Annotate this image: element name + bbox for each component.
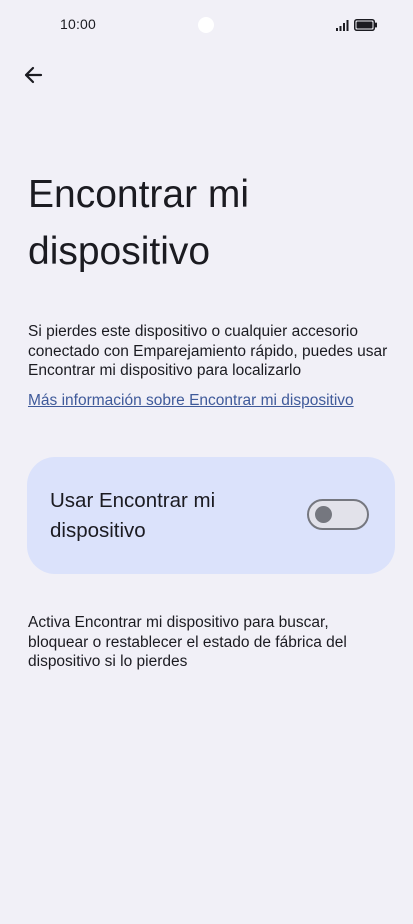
- signal-icon: [336, 18, 350, 36]
- footer-description: Activa Encontrar mi dispositivo para bus…: [28, 614, 347, 670]
- status-time: 10:00: [60, 16, 97, 32]
- more-info-link[interactable]: Más información sobre Encontrar mi dispo…: [28, 391, 354, 411]
- page-description: Si pierdes este dispositivo o cualquier …: [28, 323, 388, 379]
- page-title: Encontrar mi dispositivo: [28, 173, 250, 273]
- camera-cutout: [198, 17, 214, 33]
- status-icons: [336, 18, 378, 36]
- use-find-my-device-toggle-row[interactable]: Usar Encontrar mi dispositivo: [27, 457, 395, 574]
- toggle-label: Usar Encontrar mi dispositivo: [50, 489, 216, 542]
- switch-thumb: [315, 506, 332, 523]
- find-my-device-switch[interactable]: [307, 499, 369, 530]
- arrow-left-icon: [23, 65, 43, 90]
- find-my-device-screen: 10:00 Encontrar mi dispositivo Si pierde…: [0, 0, 413, 924]
- back-button[interactable]: [16, 60, 50, 94]
- status-bar: 10:00: [0, 0, 413, 50]
- battery-icon: [354, 18, 378, 36]
